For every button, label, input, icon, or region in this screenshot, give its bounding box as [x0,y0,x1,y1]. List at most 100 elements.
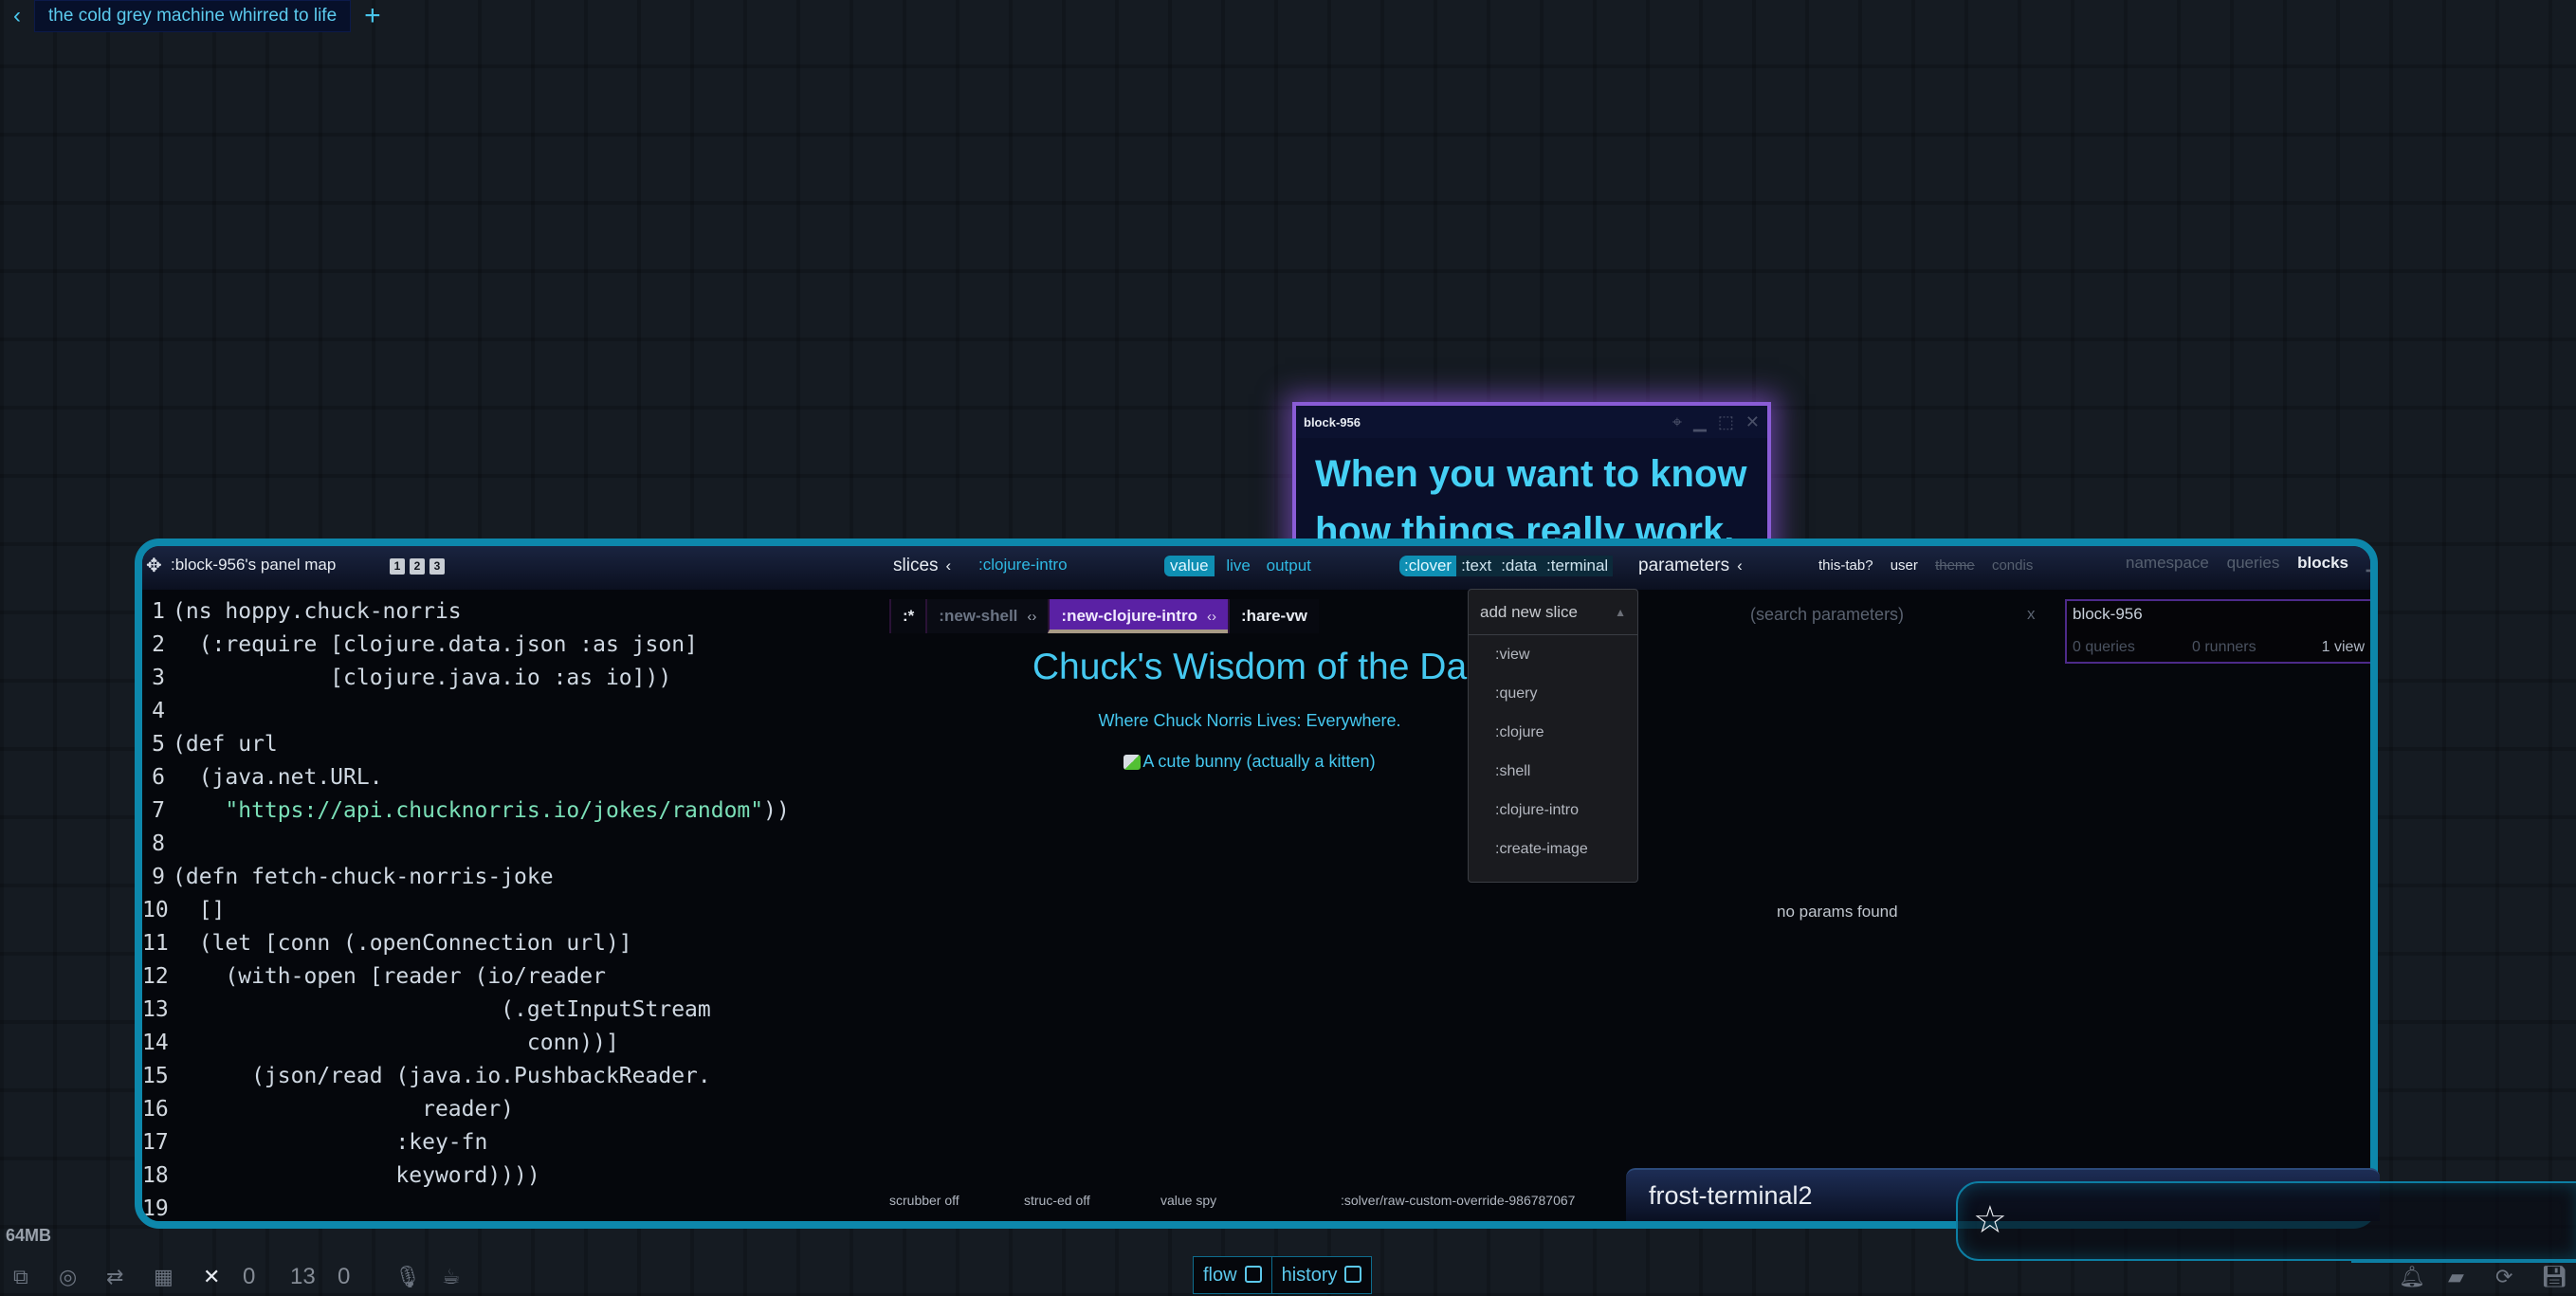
view-mode-output[interactable]: output [1267,557,1311,575]
eye-off-icon[interactable]: ◎ [59,1265,77,1289]
render-mode-clover[interactable]: :clover [1399,556,1457,576]
dropdown-option-shell[interactable]: :shell [1469,752,1637,791]
code-line[interactable]: 9 (defn fetch-chuck-norris-joke [142,861,889,894]
param-tab-user[interactable]: user [1891,557,1918,574]
code-token: )) [763,798,790,823]
code-line[interactable]: 4 [142,695,889,728]
top-tab-bar: ‹ the cold grey machine whirred to life … [0,0,394,32]
sync-off-icon[interactable]: ⇄ [106,1265,123,1289]
dropdown-option-view[interactable]: :view [1469,635,1637,674]
minimize-icon[interactable]: ▁ [1693,412,1707,432]
block-panel: ✥ :block-956's panel map 123 slices ‹ :cl… [135,538,2378,1229]
code-line[interactable]: 7 "https://api.chucknorris.io/jokes/rand… [142,794,889,828]
code-line[interactable]: 15 (json/read (java.io.PushbackReader. [142,1060,889,1093]
view-mode-live[interactable]: live [1226,557,1251,575]
tab-queries[interactable]: queries [2227,554,2280,572]
slice-tab-all[interactable]: :* [889,599,926,633]
code-line[interactable]: 10 [] [142,894,889,927]
slice-tab-hare-vw[interactable]: :hare-vw [1227,599,1319,633]
save-icon[interactable]: 💾︎ [2541,1265,2567,1289]
code-line[interactable]: 13 (.getInputStream [142,994,889,1027]
cards-icon[interactable]: ▰ [2448,1265,2464,1289]
code-line[interactable]: 12 (with-open [reader (io/reader [142,960,889,994]
layers-off-icon[interactable]: ⧉ [13,1265,28,1289]
tab-history[interactable]: history [1272,1257,1372,1293]
pin-icon[interactable]: ⌖ [1672,412,1682,432]
search-parameters-input[interactable]: (search parameters) [1750,605,1904,625]
code-line[interactable]: 2 (:require [clojure.data.json :as json] [142,629,889,662]
render-mode-data[interactable]: :data [1496,556,1543,576]
maximize-icon[interactable]: ⬚ [1718,412,1734,432]
tab-flow[interactable]: flow [1194,1257,1272,1293]
tab-current[interactable]: the cold grey machine whirred to life [34,0,352,32]
flow-history-tabs: flow history [1193,1256,1373,1294]
code-text: (java.net.URL. [173,765,383,790]
minimize-icon[interactable]: ▁ [2366,554,2370,572]
coffee-icon[interactable]: ☕︎ [442,1265,461,1289]
tab-namespace[interactable]: namespace [2126,554,2209,572]
tab-label: history [1281,1265,1338,1286]
render-mode-terminal[interactable]: :terminal [1542,556,1614,576]
code-line[interactable]: 16 reader) [142,1093,889,1126]
render-mode-text[interactable]: :text [1456,556,1497,576]
chevron-left-icon[interactable]: ‹ [1737,557,1743,575]
code-line[interactable]: 6 (java.net.URL. [142,761,889,794]
close-icon[interactable]: ✕ [203,1265,220,1289]
line-number: 9 [152,865,165,889]
scrubber-toggle[interactable]: scrubber off [889,1193,959,1208]
code-line[interactable]: 11 (let [conn (.openConnection url)] [142,927,889,960]
block-card[interactable]: block-956 0 queries 0 runners 1 view [2065,599,2370,664]
param-tab-theme[interactable]: theme [1935,557,1975,574]
tab-blocks[interactable]: blocks [2297,554,2348,572]
code-line[interactable]: 17 :key-fn [142,1126,889,1159]
code-editor[interactable]: 1 (ns hoppy.chuck-norris 2 (:require [cloj… [142,590,889,1221]
close-icon[interactable]: ✕ [1745,412,1760,432]
chevron-left-icon[interactable]: ‹ [946,557,952,575]
value-spy-toggle[interactable]: value spy [1160,1193,1216,1208]
code-icon[interactable]: ‹› [1207,609,1216,625]
code-line[interactable]: 18 keyword)))) [142,1159,889,1193]
param-tab-this-tab[interactable]: this-tab? [1818,557,1873,574]
counter-3: 0 [338,1264,351,1289]
dropdown-option-create-image[interactable]: :create-image [1469,830,1637,868]
refresh-icon[interactable]: ⟳ [2495,1265,2512,1289]
view-mode-value[interactable]: value [1164,556,1215,576]
map-number-2[interactable]: 2 [410,558,425,575]
dropdown-option-clojure[interactable]: :clojure [1469,713,1637,752]
plus-icon[interactable]: + [351,1,394,31]
code-line[interactable]: 14 conn))] [142,1027,889,1060]
panel-icon[interactable]: ▦ [154,1265,174,1289]
dropdown-option-query[interactable]: :query [1469,674,1637,713]
current-slice[interactable]: :clojure-intro [978,556,1068,575]
line-number: 18 [142,1163,169,1188]
code-text: [clojure.java.io :as io])) [173,666,672,690]
code-line[interactable]: 5 (def url [142,728,889,761]
slice-tab-new-clojure-intro[interactable]: :new-clojure-intro ‹› [1048,599,1228,633]
code-line[interactable]: 3 [clojure.java.io :as io])) [142,662,889,695]
code-line[interactable]: 8 [142,828,889,861]
clear-search-button[interactable]: x [2027,605,2036,624]
bell-icon[interactable]: 🔔︎ [2399,1265,2425,1289]
code-line[interactable]: 1 (ns hoppy.chuck-norris [142,595,889,629]
block-card-title: block-956 [2073,605,2143,623]
code-icon[interactable]: ‹› [1027,609,1036,625]
add-slice-select[interactable]: add new slice ▲ [1469,590,1637,635]
star-icon[interactable]: ☆ [1973,1198,2007,1242]
chevron-left-icon[interactable]: ‹ [0,3,34,29]
counter-2: 13 [290,1264,316,1289]
struc-ed-toggle[interactable]: struc-ed off [1024,1193,1090,1208]
map-number-3[interactable]: 3 [429,558,445,575]
window-titlebar[interactable]: block-956 ⌖ ▁ ⬚ ✕ [1296,406,1767,438]
line-number: 5 [152,732,165,757]
add-slice-dropdown[interactable]: add new slice ▲ :view :query :clojure :s… [1468,589,1638,883]
code-text: (:require [clojure.data.json :as json] [173,632,698,657]
param-tab-condis[interactable]: condis [1992,557,2033,574]
microphone-icon[interactable]: 🎙︎ [394,1265,421,1289]
dropdown-option-clojure-intro[interactable]: :clojure-intro [1469,791,1637,830]
code-line[interactable]: 19 [142,1193,889,1221]
move-icon[interactable]: ✥ [146,554,162,577]
slice-tab-new-shell[interactable]: :new-shell ‹› [925,599,1049,633]
line-number: 17 [142,1130,169,1155]
map-number-1[interactable]: 1 [390,558,405,575]
render-mode-toggle: :clover:text:data:terminal [1399,556,1614,576]
